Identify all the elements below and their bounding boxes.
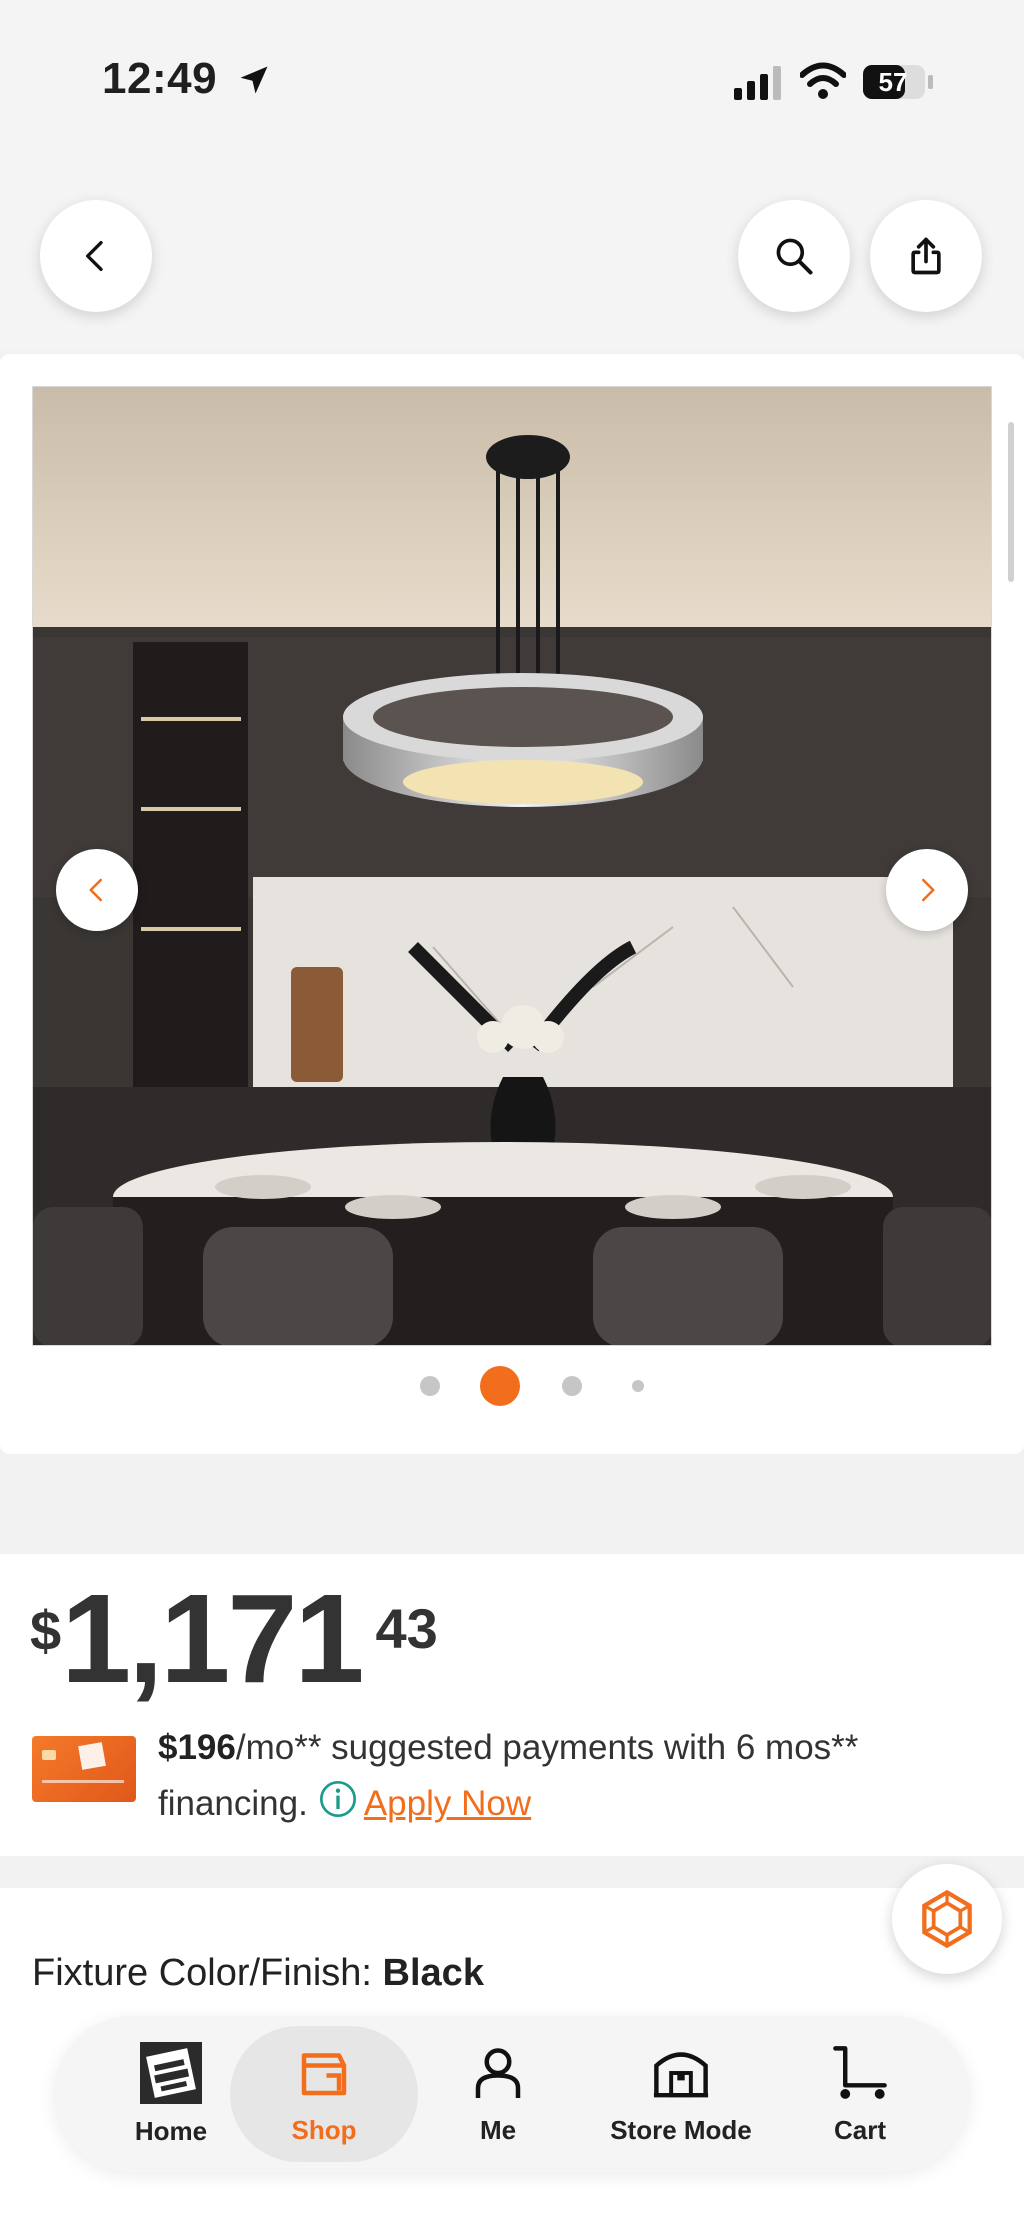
- assistant-button[interactable]: [892, 1864, 1002, 1974]
- nav-me[interactable]: Me: [432, 2026, 564, 2162]
- nav-label: Home: [134, 2115, 208, 2146]
- chandelier-photo: [33, 387, 991, 1345]
- nav-label: Shop: [291, 2114, 357, 2145]
- financing-desc: /mo** suggested payments with 6 mos**: [235, 1728, 859, 1767]
- chevron-left-icon: [89, 878, 102, 902]
- nav-shop[interactable]: Shop: [230, 2026, 418, 2162]
- hexagon-icon: [922, 1889, 972, 1949]
- nav-cart[interactable]: Cart: [794, 2026, 926, 2162]
- cellular-signal-icon: [734, 66, 781, 100]
- home-depot-card-icon: [42, 1742, 124, 1783]
- battery-level: 57: [878, 67, 908, 97]
- price-section: $ 1,171 43 $196/mo** suggested payments …: [0, 1554, 1024, 1856]
- chevron-left-icon: [86, 241, 103, 271]
- chevron-right-icon: [922, 878, 935, 902]
- shop-icon: [301, 2052, 347, 2095]
- home-depot-logo-icon: [140, 2041, 202, 2104]
- location-arrow-icon: [240, 66, 268, 94]
- price-cents: 43: [375, 1597, 438, 1660]
- store-icon: [653, 2051, 709, 2097]
- wifi-icon: [800, 62, 846, 99]
- price-dollars: 1,171: [61, 1568, 364, 1709]
- product-gallery: [0, 354, 1024, 1454]
- person-icon: [475, 2047, 521, 2098]
- financing-text: $196/mo** suggested payments with 6 mos*…: [158, 1720, 988, 1832]
- search-icon: [776, 238, 813, 275]
- gallery-scroll-indicator: [1008, 422, 1014, 582]
- nav-label: Me: [479, 2114, 517, 2145]
- pagination-dot[interactable]: [420, 1376, 440, 1396]
- pagination-dot[interactable]: [632, 1380, 644, 1392]
- bottom-navigation: Shop Home Me Store Mode Cart: [54, 2016, 970, 2172]
- credit-card-icon: [32, 1736, 136, 1802]
- share-button[interactable]: [870, 200, 982, 312]
- product-image[interactable]: [32, 386, 992, 1346]
- nav-store-mode[interactable]: Store Mode: [576, 2026, 786, 2162]
- nav-label: Cart: [833, 2114, 886, 2145]
- price-currency: $: [30, 1599, 62, 1662]
- nav-label: Store Mode: [610, 2114, 752, 2145]
- financing-desc-2: financing.: [158, 1784, 308, 1823]
- pagination-dot[interactable]: [480, 1366, 520, 1406]
- back-button[interactable]: [40, 200, 152, 312]
- cart-icon: [833, 2045, 887, 2099]
- info-icon[interactable]: [318, 1779, 358, 1819]
- search-button[interactable]: [738, 200, 850, 312]
- apply-now-link[interactable]: Apply Now: [364, 1784, 531, 1823]
- gallery-prev-button[interactable]: [56, 849, 138, 931]
- pagination-dot[interactable]: [562, 1376, 582, 1396]
- share-icon: [911, 237, 941, 275]
- gallery-pagination: [0, 1354, 1024, 1418]
- status-bar: 12:49 57: [0, 0, 1024, 160]
- battery-indicator: 57: [862, 64, 934, 100]
- variant-label-text: Fixture Color/Finish:: [32, 1952, 372, 1994]
- gallery-next-button[interactable]: [886, 849, 968, 931]
- status-time: 12:49: [102, 54, 218, 103]
- product-price: $ 1,171 43: [30, 1574, 438, 1704]
- financing-amount: $196: [158, 1728, 236, 1767]
- product-page: 12:49 57 $ 1,171 43 $196/mo** suggested …: [0, 0, 1024, 2226]
- top-header: [0, 160, 1024, 350]
- fixture-color-label: Fixture Color/Finish: Black: [32, 1952, 484, 1995]
- nav-home[interactable]: Home: [94, 2026, 248, 2162]
- variant-value: Black: [382, 1952, 484, 1994]
